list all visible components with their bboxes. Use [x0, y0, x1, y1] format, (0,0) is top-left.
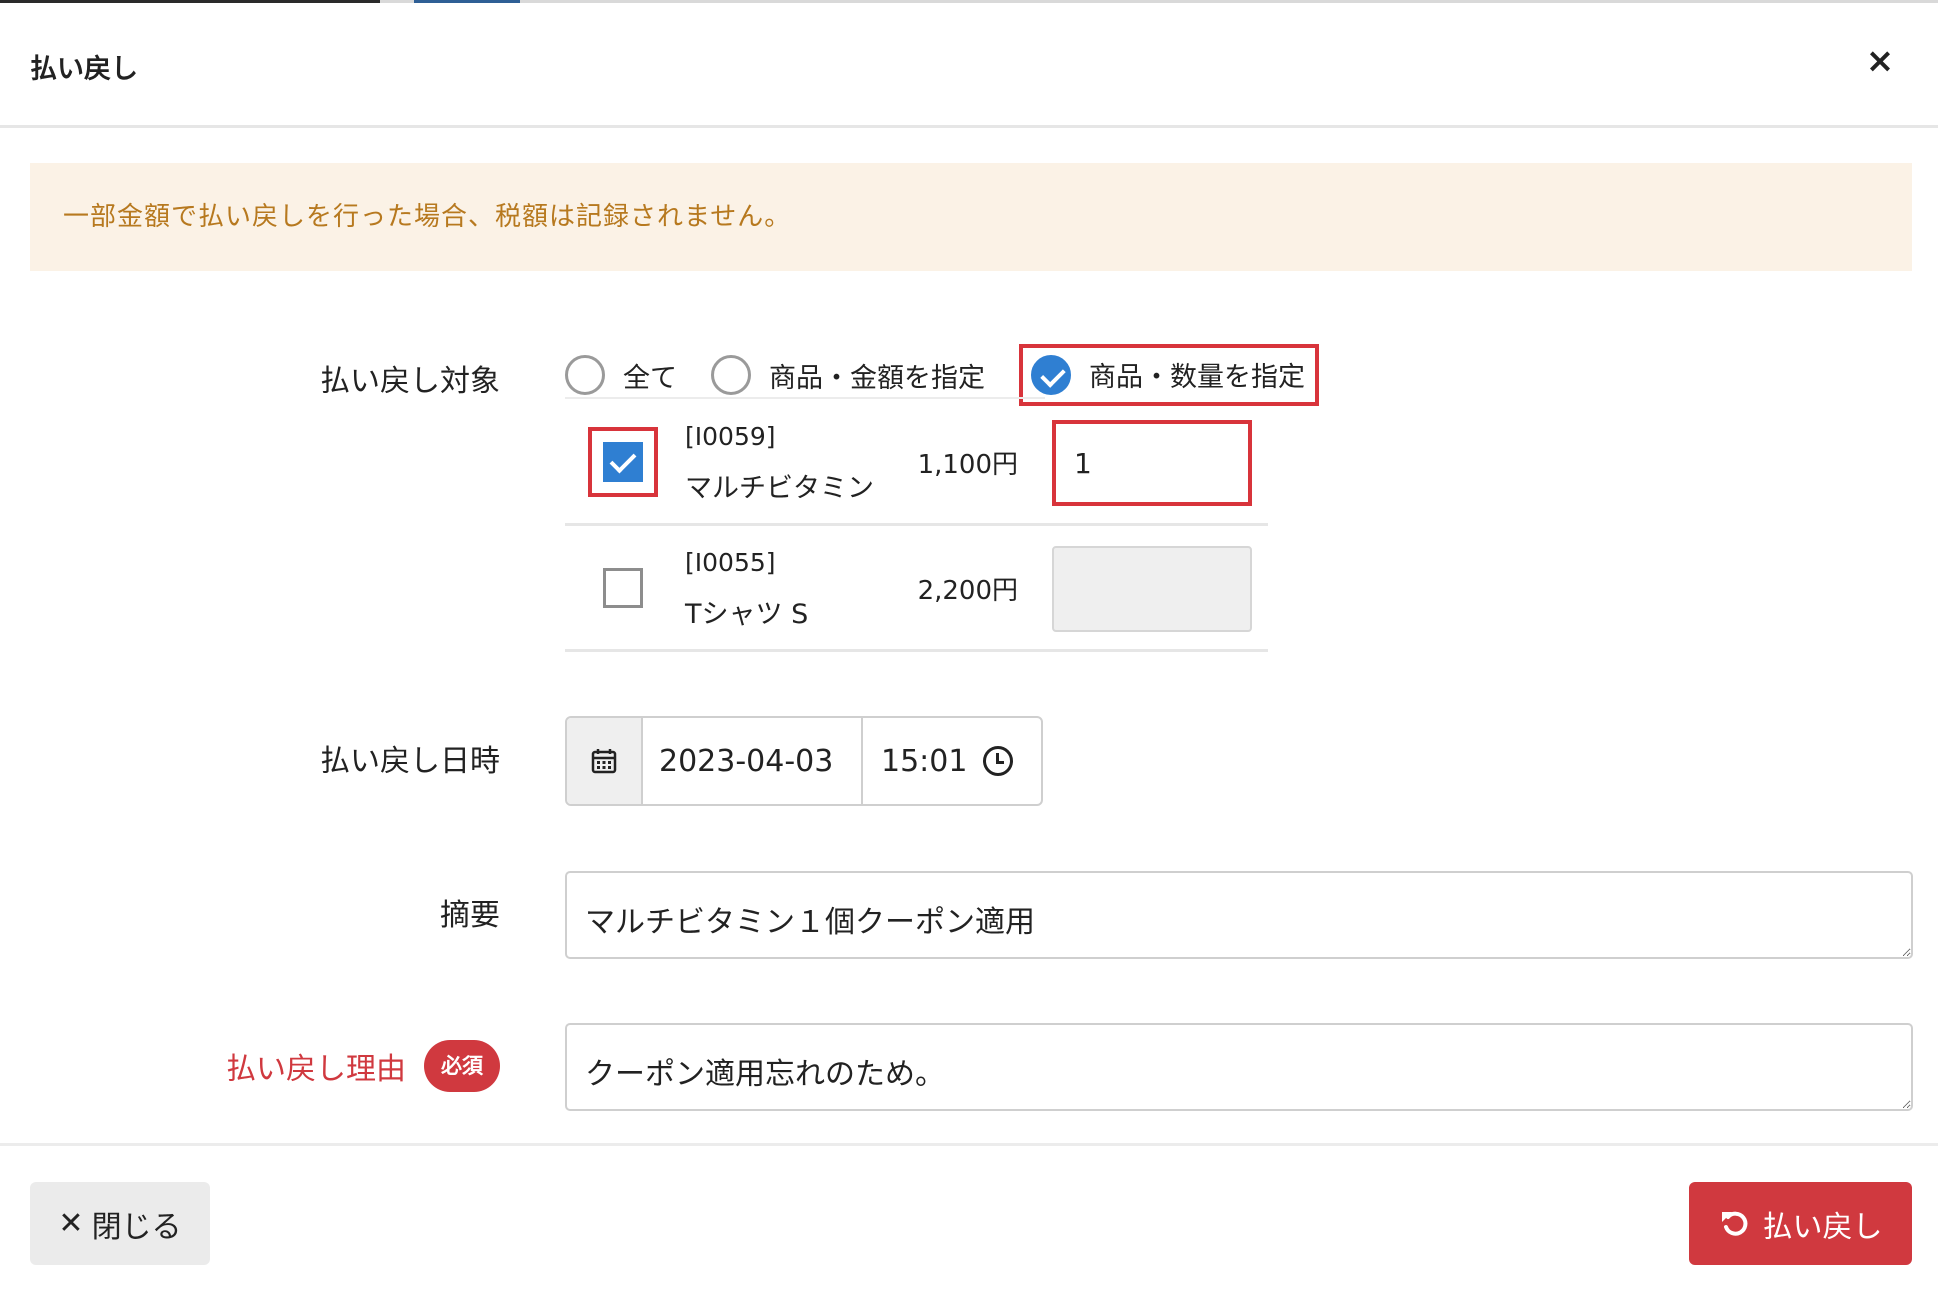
quantity-input[interactable]	[1052, 420, 1252, 506]
undo-icon	[1721, 1211, 1747, 1236]
radio-circle-icon	[565, 355, 605, 395]
close-button[interactable]: ✕ 閉じる	[30, 1182, 210, 1265]
refund-target-radio-group: 全て 商品・金額を指定 商品・数量を指定	[565, 343, 1353, 406]
divider	[565, 397, 1045, 399]
modal-header: 払い戻し ×	[0, 3, 1938, 128]
radio-item-amount[interactable]: 商品・金額を指定	[711, 345, 985, 405]
reason-textarea[interactable]: クーポン適用忘れのため。	[565, 1023, 1913, 1111]
radio-item-quantity[interactable]: 商品・数量を指定	[1019, 343, 1319, 406]
radio-circle-icon	[711, 355, 751, 395]
close-button-label: 閉じる	[91, 1209, 182, 1245]
refund-reason-label: 払い戻し理由	[226, 1052, 406, 1087]
item-name: Tシャツ S	[685, 599, 809, 630]
time-field	[863, 718, 1041, 804]
summary-label: 摘要	[440, 898, 500, 933]
item-code: [I0055]	[685, 548, 776, 577]
summary-textarea[interactable]: マルチビタミン１個クーポン適用	[565, 871, 1913, 959]
datetime-picker	[565, 716, 1043, 806]
required-badge: 必須	[424, 1040, 500, 1092]
date-input[interactable]	[643, 718, 863, 804]
checkbox-checked-icon	[603, 442, 643, 482]
modal-title: 払い戻し	[30, 54, 138, 85]
close-icon: ✕	[58, 1206, 84, 1241]
refund-button[interactable]: 払い戻し	[1689, 1182, 1912, 1265]
close-icon[interactable]: ×	[1862, 43, 1898, 79]
radio-label: 全て	[623, 362, 677, 394]
checkbox-unchecked-icon	[603, 568, 643, 608]
refund-reason-label-group: 払い戻し理由 必須	[226, 1040, 500, 1092]
warning-alert: 一部金額で払い戻しを行った場合、税額は記録されません。	[30, 163, 1912, 271]
item-row: [I0055] Tシャツ S 2,200円	[565, 526, 1268, 652]
clock-icon[interactable]	[983, 746, 1013, 776]
item-code: [I0059]	[685, 422, 776, 451]
refund-target-label: 払い戻し対象	[320, 364, 500, 399]
refund-button-label: 払い戻し	[1762, 1209, 1883, 1245]
refund-datetime-label: 払い戻し日時	[320, 744, 500, 779]
item-price: 2,200円	[917, 576, 1018, 606]
radio-all[interactable]: 全て	[565, 345, 677, 405]
radio-label: 商品・金額を指定	[769, 362, 985, 394]
radio-checked-icon	[1031, 354, 1071, 395]
radio-label: 商品・数量を指定	[1089, 362, 1305, 393]
refund-modal: 払い戻し × 一部金額で払い戻しを行った場合、税額は記録されません。 払い戻し対…	[0, 0, 1938, 1290]
calendar-icon	[591, 749, 617, 774]
item-checkbox[interactable]	[588, 427, 658, 497]
calendar-button[interactable]	[567, 718, 643, 804]
time-input[interactable]	[881, 743, 977, 779]
item-price: 1,100円	[917, 450, 1018, 480]
item-checkbox[interactable]	[588, 553, 658, 623]
quantity-input[interactable]	[1052, 546, 1252, 632]
item-row: [I0059] マルチビタミン 1,100円	[565, 400, 1268, 526]
modal-footer: ✕ 閉じる 払い戻し	[0, 1143, 1938, 1290]
